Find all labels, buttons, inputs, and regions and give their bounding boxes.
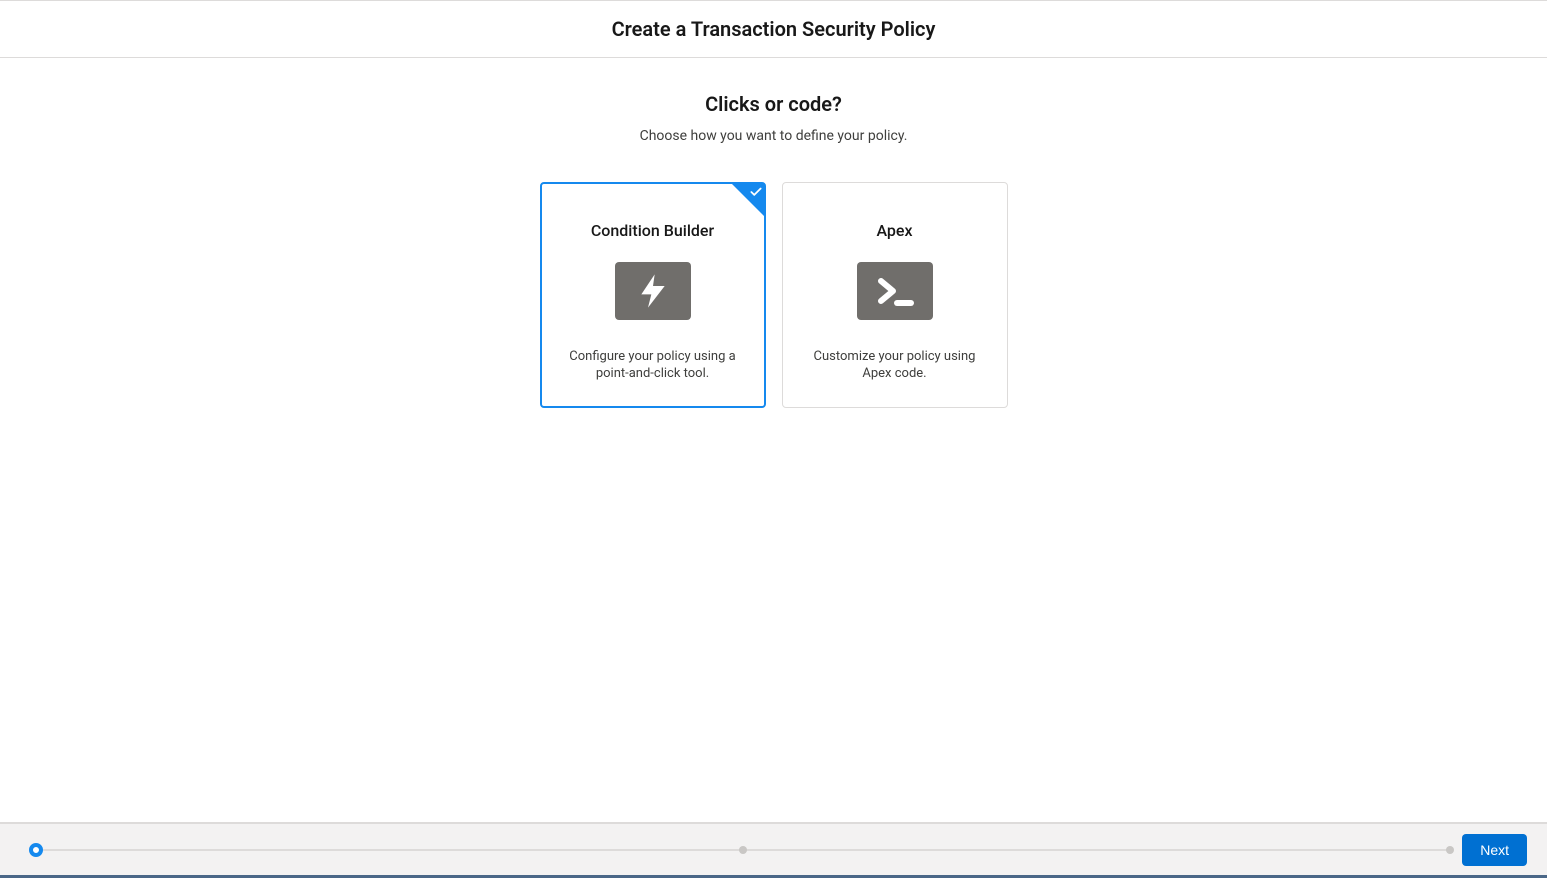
modal-header: Create a Transaction Security Policy: [0, 0, 1547, 58]
terminal-icon: [857, 262, 933, 320]
option-title: Apex: [876, 221, 912, 240]
modal-footer: Next: [0, 822, 1547, 878]
option-title: Condition Builder: [591, 221, 714, 240]
modal-title: Create a Transaction Security Policy: [0, 17, 1547, 41]
check-icon: [747, 185, 763, 201]
option-apex[interactable]: Apex Customize your policy using Apex co…: [782, 182, 1008, 408]
next-button[interactable]: Next: [1462, 834, 1527, 866]
modal-content: Clicks or code? Choose how you want to d…: [0, 58, 1547, 822]
progress-step-2[interactable]: [739, 846, 747, 854]
section-subtitle: Choose how you want to define your polic…: [640, 128, 908, 144]
progress-step-3[interactable]: [1446, 846, 1454, 854]
progress-step-1[interactable]: [29, 843, 43, 857]
lightning-bolt-icon: [615, 262, 691, 320]
option-description: Customize your policy using Apex code.: [801, 348, 989, 383]
option-condition-builder[interactable]: Condition Builder Configure your policy …: [540, 182, 766, 408]
option-group: Condition Builder Configure your policy …: [540, 182, 1008, 408]
section-title: Clicks or code?: [705, 92, 842, 116]
option-description: Configure your policy using a point-and-…: [559, 348, 747, 383]
progress-indicator: [36, 843, 1450, 857]
